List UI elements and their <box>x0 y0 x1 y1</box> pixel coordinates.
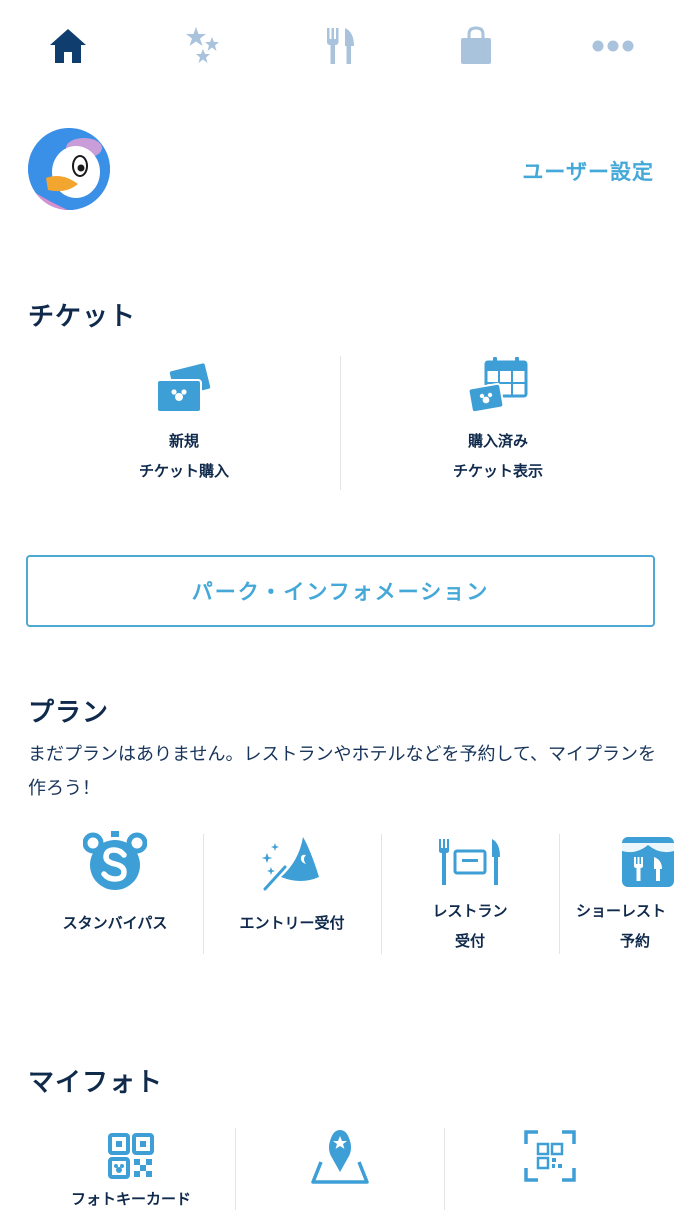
ticket-item-line2: チケット購入 <box>138 462 229 480</box>
new-ticket-purchase-button[interactable]: 新規 チケット購入 <box>28 356 340 490</box>
plan-item-label: エントリー受付 <box>239 914 345 932</box>
standby-pass-icon <box>82 831 148 897</box>
show-restaurant-reservation-button[interactable]: ショーレスト 予約 <box>560 832 681 954</box>
plan-item-label-line2: 受付 <box>454 932 485 950</box>
restaurant-icon <box>438 837 502 891</box>
restaurant-reception-button[interactable]: レストラン 受付 <box>382 832 558 954</box>
stars-icon <box>182 25 224 67</box>
fork-knife-icon <box>325 26 357 66</box>
myphoto-actions: フォトキーカード <box>28 1128 681 1210</box>
map-pin-icon <box>309 1126 371 1190</box>
shopping-bag-icon <box>459 26 493 66</box>
top-navigation <box>0 0 681 96</box>
home-icon <box>48 27 88 65</box>
nav-home[interactable] <box>40 22 96 70</box>
entry-reception-button[interactable]: エントリー受付 <box>204 832 380 954</box>
ticket-item-line1: 新規 <box>168 432 199 450</box>
avatar[interactable] <box>28 128 110 210</box>
show-restaurant-icon <box>620 835 676 893</box>
photo-qr-scan-button[interactable] <box>445 1128 655 1210</box>
nav-restaurant[interactable] <box>313 22 369 70</box>
nav-shopping[interactable] <box>448 22 504 70</box>
plan-item-label-line2: 予約 <box>620 932 651 950</box>
qr-code-icon <box>107 1132 155 1184</box>
plan-item-label: スタンバイパス <box>62 914 168 932</box>
plan-actions: スタンバイパス エントリー受付 レストラン 受付 ショーレスト 予約 <box>28 831 681 954</box>
ticket-actions: 新規 チケット購入 購入済み チケット表示 <box>28 356 654 490</box>
plan-empty-message: まだプランはありません。レストランやホテルなどを予約して、マイプランを作ろう！ <box>28 744 657 799</box>
photo-map-button[interactable] <box>236 1128 443 1210</box>
ticket-calendar-icon <box>466 356 530 420</box>
plan-section-title: プラン <box>28 698 110 728</box>
profile-header: ユーザー設定 <box>28 128 654 212</box>
plan-item-label: レストラン <box>432 902 508 920</box>
park-information-button[interactable]: パーク・インフォメーション <box>26 555 655 627</box>
myphoto-section-title: マイフォト <box>28 1068 164 1098</box>
ticket-item-line2: チケット表示 <box>452 462 543 480</box>
user-settings-link[interactable]: ユーザー設定 <box>522 156 654 186</box>
wizard-hat-icon <box>259 831 325 897</box>
plan-item-label: ショーレスト <box>576 902 667 920</box>
ticket-purchase-icon <box>153 361 215 420</box>
nav-entertainment[interactable] <box>175 22 231 70</box>
ticket-item-line1: 購入済み <box>467 432 528 450</box>
divider <box>340 356 341 490</box>
photo-key-card-button[interactable]: フォトキーカード <box>28 1128 234 1210</box>
purchased-ticket-view-button[interactable]: 購入済み チケット表示 <box>342 356 654 490</box>
photo-item-label: フォトキーカード <box>70 1190 191 1208</box>
nav-more[interactable] <box>585 22 641 70</box>
more-dots-icon <box>591 39 635 53</box>
standby-pass-button[interactable]: スタンバイパス <box>28 831 202 954</box>
qr-scan-icon <box>524 1130 576 1186</box>
ticket-section-title: チケット <box>28 302 137 332</box>
